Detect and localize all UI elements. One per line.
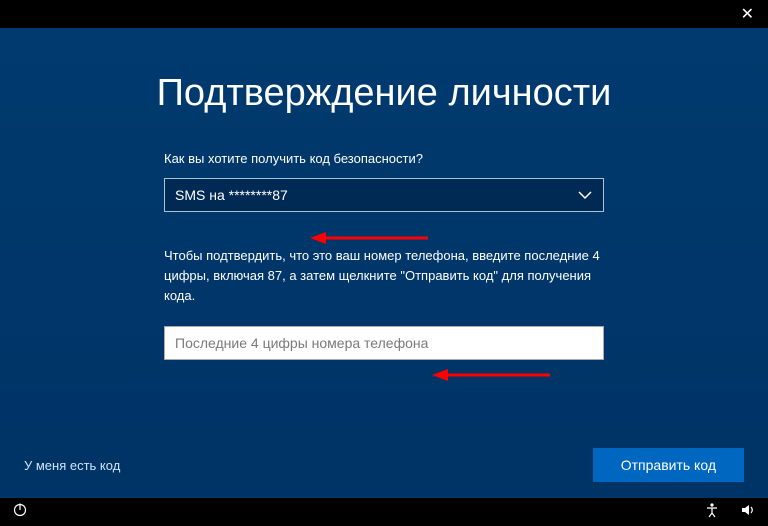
taskbar xyxy=(0,498,768,526)
have-code-link[interactable]: У меня есть код xyxy=(24,458,120,473)
instruction-text: Чтобы подтвердить, что это ваш номер тел… xyxy=(164,246,604,306)
chevron-down-icon xyxy=(577,187,593,203)
main-panel: Подтверждение личности Как вы хотите пол… xyxy=(0,28,768,498)
method-select[interactable]: SMS на ********87 xyxy=(164,178,604,212)
footer-bar: У меня есть код Отправить код xyxy=(0,448,768,482)
phone-last4-input[interactable] xyxy=(164,326,604,360)
form-block: Как вы хотите получить код безопасности?… xyxy=(164,151,604,360)
titlebar: ✕ xyxy=(0,0,768,28)
method-select-value: SMS на ********87 xyxy=(175,187,288,203)
close-icon[interactable]: ✕ xyxy=(741,4,754,24)
accessibility-icon[interactable] xyxy=(704,502,720,523)
method-label: Как вы хотите получить код безопасности? xyxy=(164,151,604,166)
page-title: Подтверждение личности xyxy=(0,72,768,115)
annotation-arrow-2 xyxy=(432,365,552,385)
volume-icon[interactable] xyxy=(740,502,756,523)
send-code-button[interactable]: Отправить код xyxy=(593,448,744,482)
power-icon[interactable] xyxy=(12,502,28,523)
